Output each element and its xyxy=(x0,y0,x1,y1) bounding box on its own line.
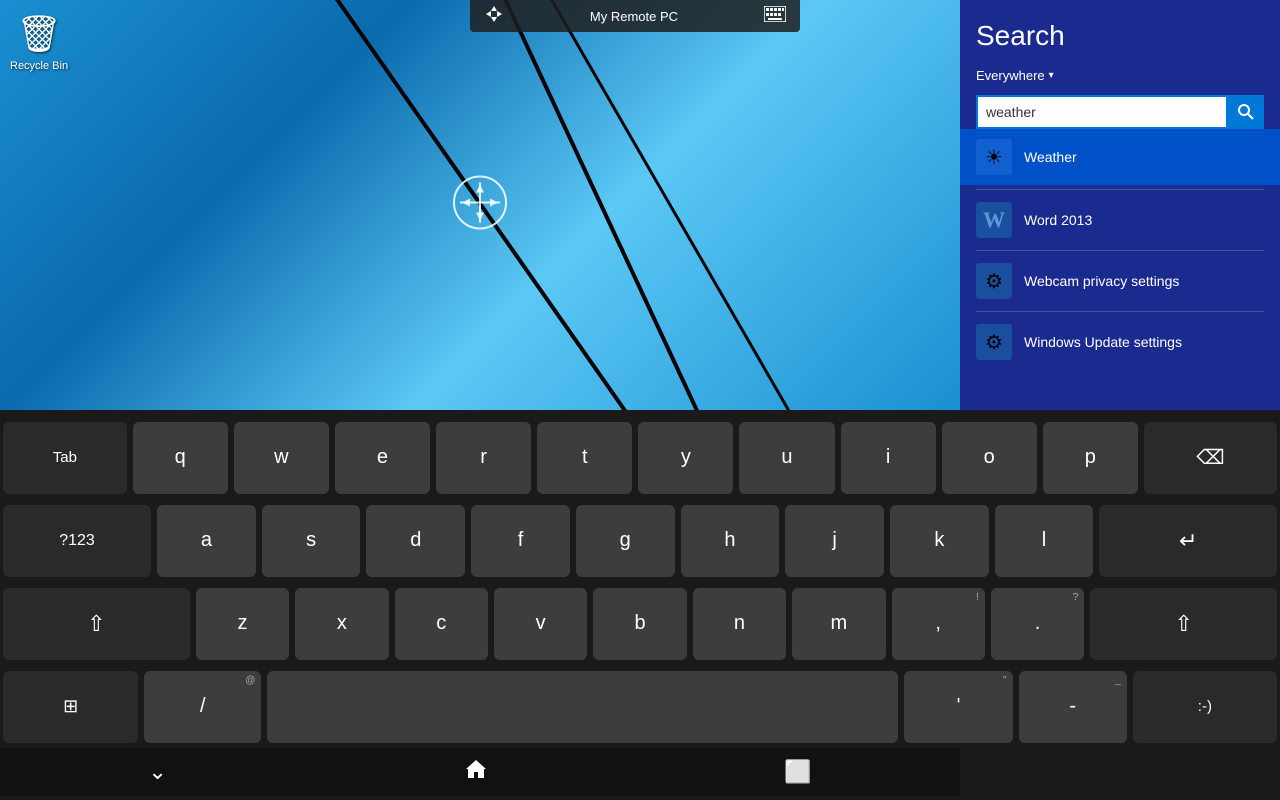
key-comma-subtext: ! xyxy=(976,592,979,603)
toolbar-keyboard-button[interactable] xyxy=(758,4,792,29)
nav-back-button[interactable]: ⌄ xyxy=(128,751,186,793)
key-backspace[interactable]: ⌫ xyxy=(1144,422,1277,494)
search-result-webcam[interactable]: ⚙ Webcam privacy settings xyxy=(976,255,1264,307)
key-z[interactable]: z xyxy=(196,588,289,660)
search-input[interactable] xyxy=(976,95,1228,129)
key-g[interactable]: g xyxy=(576,505,675,577)
key-slash-subtext: @ xyxy=(245,675,255,686)
key-x[interactable]: x xyxy=(295,588,388,660)
key-period-subtext: ? xyxy=(1073,592,1079,603)
keyboard-row-4: ⊞ /@ '" -_ :-) xyxy=(0,665,1280,748)
key-comma[interactable]: ,! xyxy=(892,588,985,660)
weather-result-icon: ☀ xyxy=(976,139,1012,175)
key-emoji[interactable]: :-) xyxy=(1133,671,1277,743)
webcam-result-icon: ⚙ xyxy=(976,263,1012,299)
key-tab[interactable]: Tab xyxy=(3,422,127,494)
search-input-row xyxy=(976,95,1264,129)
recycle-bin-icon: 🗑 xyxy=(15,10,63,58)
key-s[interactable]: s xyxy=(262,505,361,577)
keyboard-row-2: ?123 a s d f g h j k l ↵ xyxy=(0,499,1280,582)
search-result-weather[interactable]: ☀ Weather xyxy=(960,129,1280,185)
key-dash[interactable]: -_ xyxy=(1019,671,1127,743)
key-apostrophe[interactable]: '" xyxy=(904,671,1012,743)
divider-3 xyxy=(976,311,1264,312)
system-nav-bar: ⌄ ⬜ xyxy=(0,748,960,796)
key-i[interactable]: i xyxy=(841,422,936,494)
key-d[interactable]: d xyxy=(366,505,465,577)
key-a[interactable]: a xyxy=(157,505,256,577)
key-w[interactable]: w xyxy=(234,422,329,494)
nav-recent-button[interactable]: ⬜ xyxy=(764,751,831,793)
search-scope-dropdown[interactable]: Everywhere ▾ xyxy=(976,68,1264,83)
key-p[interactable]: p xyxy=(1043,422,1138,494)
key-k[interactable]: k xyxy=(890,505,989,577)
webcam-result-label: Webcam privacy settings xyxy=(1024,273,1179,289)
search-scope-label: Everywhere xyxy=(976,68,1045,83)
key-v[interactable]: v xyxy=(494,588,587,660)
key-o[interactable]: o xyxy=(942,422,1037,494)
key-c[interactable]: c xyxy=(395,588,488,660)
key-space[interactable] xyxy=(267,671,898,743)
key-j[interactable]: j xyxy=(785,505,884,577)
key-b[interactable]: b xyxy=(593,588,686,660)
nav-crosshair[interactable] xyxy=(452,175,508,236)
search-panel: Search Everywhere ▾ ☀ Weather W Word 201… xyxy=(960,0,1280,410)
key-y[interactable]: y xyxy=(638,422,733,494)
recycle-bin[interactable]: 🗑 Recycle Bin xyxy=(10,10,68,72)
key-e[interactable]: e xyxy=(335,422,430,494)
key-enter[interactable]: ↵ xyxy=(1099,505,1277,577)
search-results: ☀ Weather W Word 2013 ⚙ Webcam privacy s… xyxy=(976,129,1264,368)
keyboard-row-3: ⇧ z x c v b n m ,! .? ⇧ xyxy=(0,582,1280,665)
chevron-down-icon: ▾ xyxy=(1049,70,1054,81)
divider-2 xyxy=(976,250,1264,251)
search-title: Search xyxy=(976,20,1264,52)
key-l[interactable]: l xyxy=(995,505,1094,577)
toolbar-move-button[interactable] xyxy=(478,2,510,31)
key-r[interactable]: r xyxy=(436,422,531,494)
winupdate-result-label: Windows Update settings xyxy=(1024,334,1182,350)
toolbar-title: My Remote PC xyxy=(510,9,758,24)
search-result-word2013[interactable]: W Word 2013 xyxy=(976,194,1264,246)
keyboard-row-1: Tab q w e r t y u i o p ⌫ xyxy=(0,416,1280,499)
virtual-keyboard: Tab q w e r t y u i o p ⌫ ?123 a s d f g… xyxy=(0,410,1280,800)
remote-toolbar: My Remote PC xyxy=(470,0,800,32)
key-num-switch[interactable]: ?123 xyxy=(3,505,151,577)
word-result-icon: W xyxy=(976,202,1012,238)
key-apostrophe-subtext: " xyxy=(1003,675,1007,686)
recycle-bin-label: Recycle Bin xyxy=(10,60,68,72)
diagonal-line xyxy=(550,0,853,410)
key-slash[interactable]: /@ xyxy=(144,671,261,743)
key-m[interactable]: m xyxy=(792,588,885,660)
divider-1 xyxy=(976,189,1264,190)
word-result-label: Word 2013 xyxy=(1024,212,1092,228)
winupdate-result-icon: ⚙ xyxy=(976,324,1012,360)
key-shift-left[interactable]: ⇧ xyxy=(3,588,190,660)
key-shift-right[interactable]: ⇧ xyxy=(1090,588,1277,660)
key-period[interactable]: .? xyxy=(991,588,1084,660)
key-dash-subtext: _ xyxy=(1115,675,1121,686)
key-special-left[interactable]: ⊞ xyxy=(3,671,138,743)
search-button[interactable] xyxy=(1228,95,1264,129)
key-f[interactable]: f xyxy=(471,505,570,577)
key-n[interactable]: n xyxy=(693,588,786,660)
nav-home-button[interactable] xyxy=(444,749,508,795)
key-t[interactable]: t xyxy=(537,422,632,494)
desktop-area: 🗑 Recycle Bin xyxy=(0,0,960,410)
search-result-winupdate[interactable]: ⚙ Windows Update settings xyxy=(976,316,1264,368)
key-h[interactable]: h xyxy=(681,505,780,577)
key-q[interactable]: q xyxy=(133,422,228,494)
weather-result-label: Weather xyxy=(1024,149,1077,165)
key-u[interactable]: u xyxy=(739,422,834,494)
